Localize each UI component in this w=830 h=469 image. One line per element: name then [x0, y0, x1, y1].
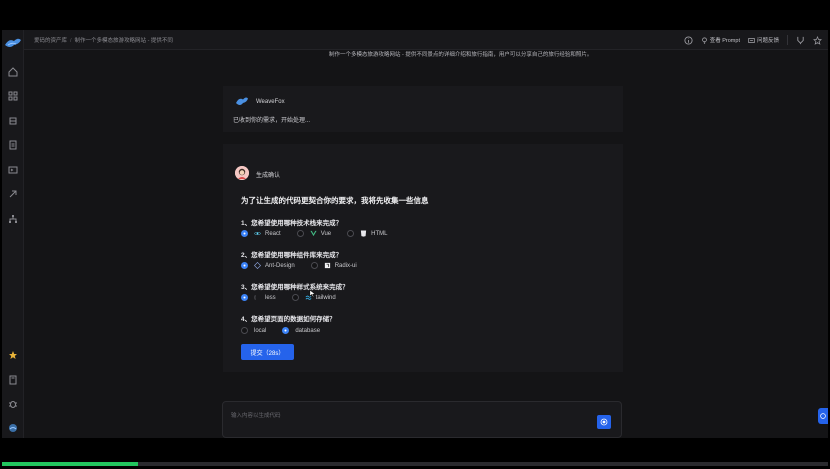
- question-1: 1、您希望使用哪种技术栈来完成？: [241, 220, 343, 227]
- feedback-label: 问题反馈: [756, 38, 779, 44]
- bot-name: WeaveFox: [256, 99, 285, 105]
- radio-local[interactable]: [241, 327, 248, 334]
- previous-user-message: 制作一个多模态旅游攻略网站 - 提供不同景点的详细介绍和旅行指南，用户可以分享自…: [329, 52, 593, 58]
- divider: [787, 35, 788, 45]
- option-label: HTML: [371, 230, 388, 237]
- weavefox-logo-icon[interactable]: [4, 36, 22, 50]
- layers-icon[interactable]: [7, 115, 19, 127]
- bulb-icon: [701, 36, 707, 44]
- radix-icon: [324, 262, 331, 269]
- radio-vue[interactable]: [296, 230, 304, 237]
- bot-message-card: WeaveFox 已收到你的需求，开始处理...: [223, 86, 623, 132]
- question-2-options: Ant-Design Radix-ui: [241, 262, 373, 269]
- option-radix-ui[interactable]: Radix-ui: [310, 262, 357, 269]
- question-4: 4、您希望页面的数据如何存储？: [241, 316, 336, 323]
- chat-input[interactable]: 输入内容以生成代码: [222, 401, 622, 438]
- radio-database[interactable]: [282, 327, 290, 334]
- antd-icon: [254, 262, 261, 269]
- option-local[interactable]: local: [241, 327, 266, 334]
- option-html[interactable]: HTML: [347, 230, 387, 237]
- question-3: 3、您希望使用哪种样式系统来完成？: [241, 284, 349, 291]
- radio-react[interactable]: [241, 230, 248, 237]
- star-outline-icon[interactable]: [813, 35, 822, 45]
- book-icon[interactable]: [7, 374, 19, 386]
- breadcrumb: 爱码的资产库 / 制作一个多模态旅游攻略网站 - 提供不同: [34, 37, 173, 44]
- top-bar: 爱码的资产库 / 制作一个多模态旅游攻略网站 - 提供不同 查看 Prompt 问题…: [24, 30, 828, 50]
- branch-icon[interactable]: [796, 36, 805, 45]
- feedback-button[interactable]: 问题反馈: [748, 36, 779, 44]
- radio-less[interactable]: [241, 294, 248, 301]
- home-icon[interactable]: [7, 66, 19, 78]
- document-icon[interactable]: [7, 139, 19, 151]
- option-label: local: [254, 327, 267, 334]
- option-vue[interactable]: Vue: [296, 230, 332, 237]
- option-label: React: [265, 230, 281, 237]
- chat-input-placeholder: 输入内容以生成代码: [231, 413, 281, 419]
- option-label: less: [265, 294, 276, 301]
- bot-message: 已收到你的需求，开始处理...: [233, 118, 311, 124]
- question-3-options: less tailwind: [241, 294, 352, 301]
- option-ant-design[interactable]: Ant-Design: [241, 262, 295, 269]
- confirm-label: 生成确认: [256, 173, 281, 179]
- app-window: 爱码的资产库 / 制作一个多模态旅游攻略网站 - 提供不同 查看 Prompt 问题…: [2, 30, 828, 438]
- user-avatar-icon: [235, 166, 249, 180]
- send-icon: [600, 418, 608, 426]
- link-icon[interactable]: [7, 188, 19, 200]
- chat-bubble-icon: [820, 413, 826, 419]
- grid-icon[interactable]: [7, 90, 19, 102]
- option-label: tailwind: [315, 294, 336, 301]
- option-react[interactable]: React: [241, 230, 281, 237]
- radio-radix-ui[interactable]: [310, 262, 318, 269]
- info-icon[interactable]: [684, 35, 693, 45]
- chat-area: 制作一个多模态旅游攻略网站 - 提供不同景点的详细介绍和旅行指南，用户可以分享自…: [24, 50, 828, 438]
- option-label: Ant-Design: [265, 262, 295, 269]
- question-1-options: React Vue HTML: [241, 230, 403, 237]
- option-label: Vue: [320, 230, 332, 237]
- react-icon: [254, 230, 261, 237]
- video-progress-bar[interactable]: [2, 462, 828, 466]
- bug-icon[interactable]: [7, 398, 19, 410]
- option-label: Radix-ui: [334, 262, 357, 269]
- question-4-options: local database: [241, 327, 336, 334]
- tree-icon[interactable]: [7, 213, 19, 225]
- vue-icon: [310, 230, 317, 237]
- terminal-icon[interactable]: [7, 164, 19, 176]
- less-icon: [254, 294, 261, 301]
- breadcrumb-home[interactable]: 爱码的资产库: [34, 38, 67, 44]
- progress-fill: [2, 462, 139, 466]
- star-icon[interactable]: [7, 349, 19, 361]
- question-2: 2、您希望使用哪种组件库来完成？: [241, 252, 343, 259]
- submit-button[interactable]: 提交（28s）: [241, 344, 294, 360]
- weavefox-avatar-icon: [235, 95, 249, 109]
- html-icon: [360, 230, 367, 237]
- view-prompt-label: 查看 Prompt: [709, 38, 740, 44]
- option-label: database: [295, 327, 321, 334]
- view-prompt-button[interactable]: 查看 Prompt: [701, 36, 740, 44]
- radio-tailwind[interactable]: [291, 294, 299, 301]
- confirm-card: 生成确认 为了让生成的代码更契合你的要求，我将先收集一些信息 1、您希望使用哪种…: [223, 144, 623, 372]
- radio-ant-design[interactable]: [241, 262, 248, 269]
- user-avatar-icon[interactable]: [7, 422, 19, 434]
- left-rail: [2, 30, 24, 438]
- form-title: 为了让生成的代码更契合你的要求，我将先收集一些信息: [241, 196, 429, 205]
- breadcrumb-current: 制作一个多模态旅游攻略网站 - 提供不同: [74, 37, 173, 44]
- feedback-icon: [748, 37, 755, 43]
- mouse-cursor-icon: [309, 285, 316, 303]
- radio-html[interactable]: [347, 230, 355, 237]
- side-assistant-button[interactable]: [818, 408, 828, 424]
- send-button[interactable]: [597, 415, 611, 429]
- option-less[interactable]: less: [241, 294, 276, 301]
- option-database[interactable]: database: [282, 327, 320, 334]
